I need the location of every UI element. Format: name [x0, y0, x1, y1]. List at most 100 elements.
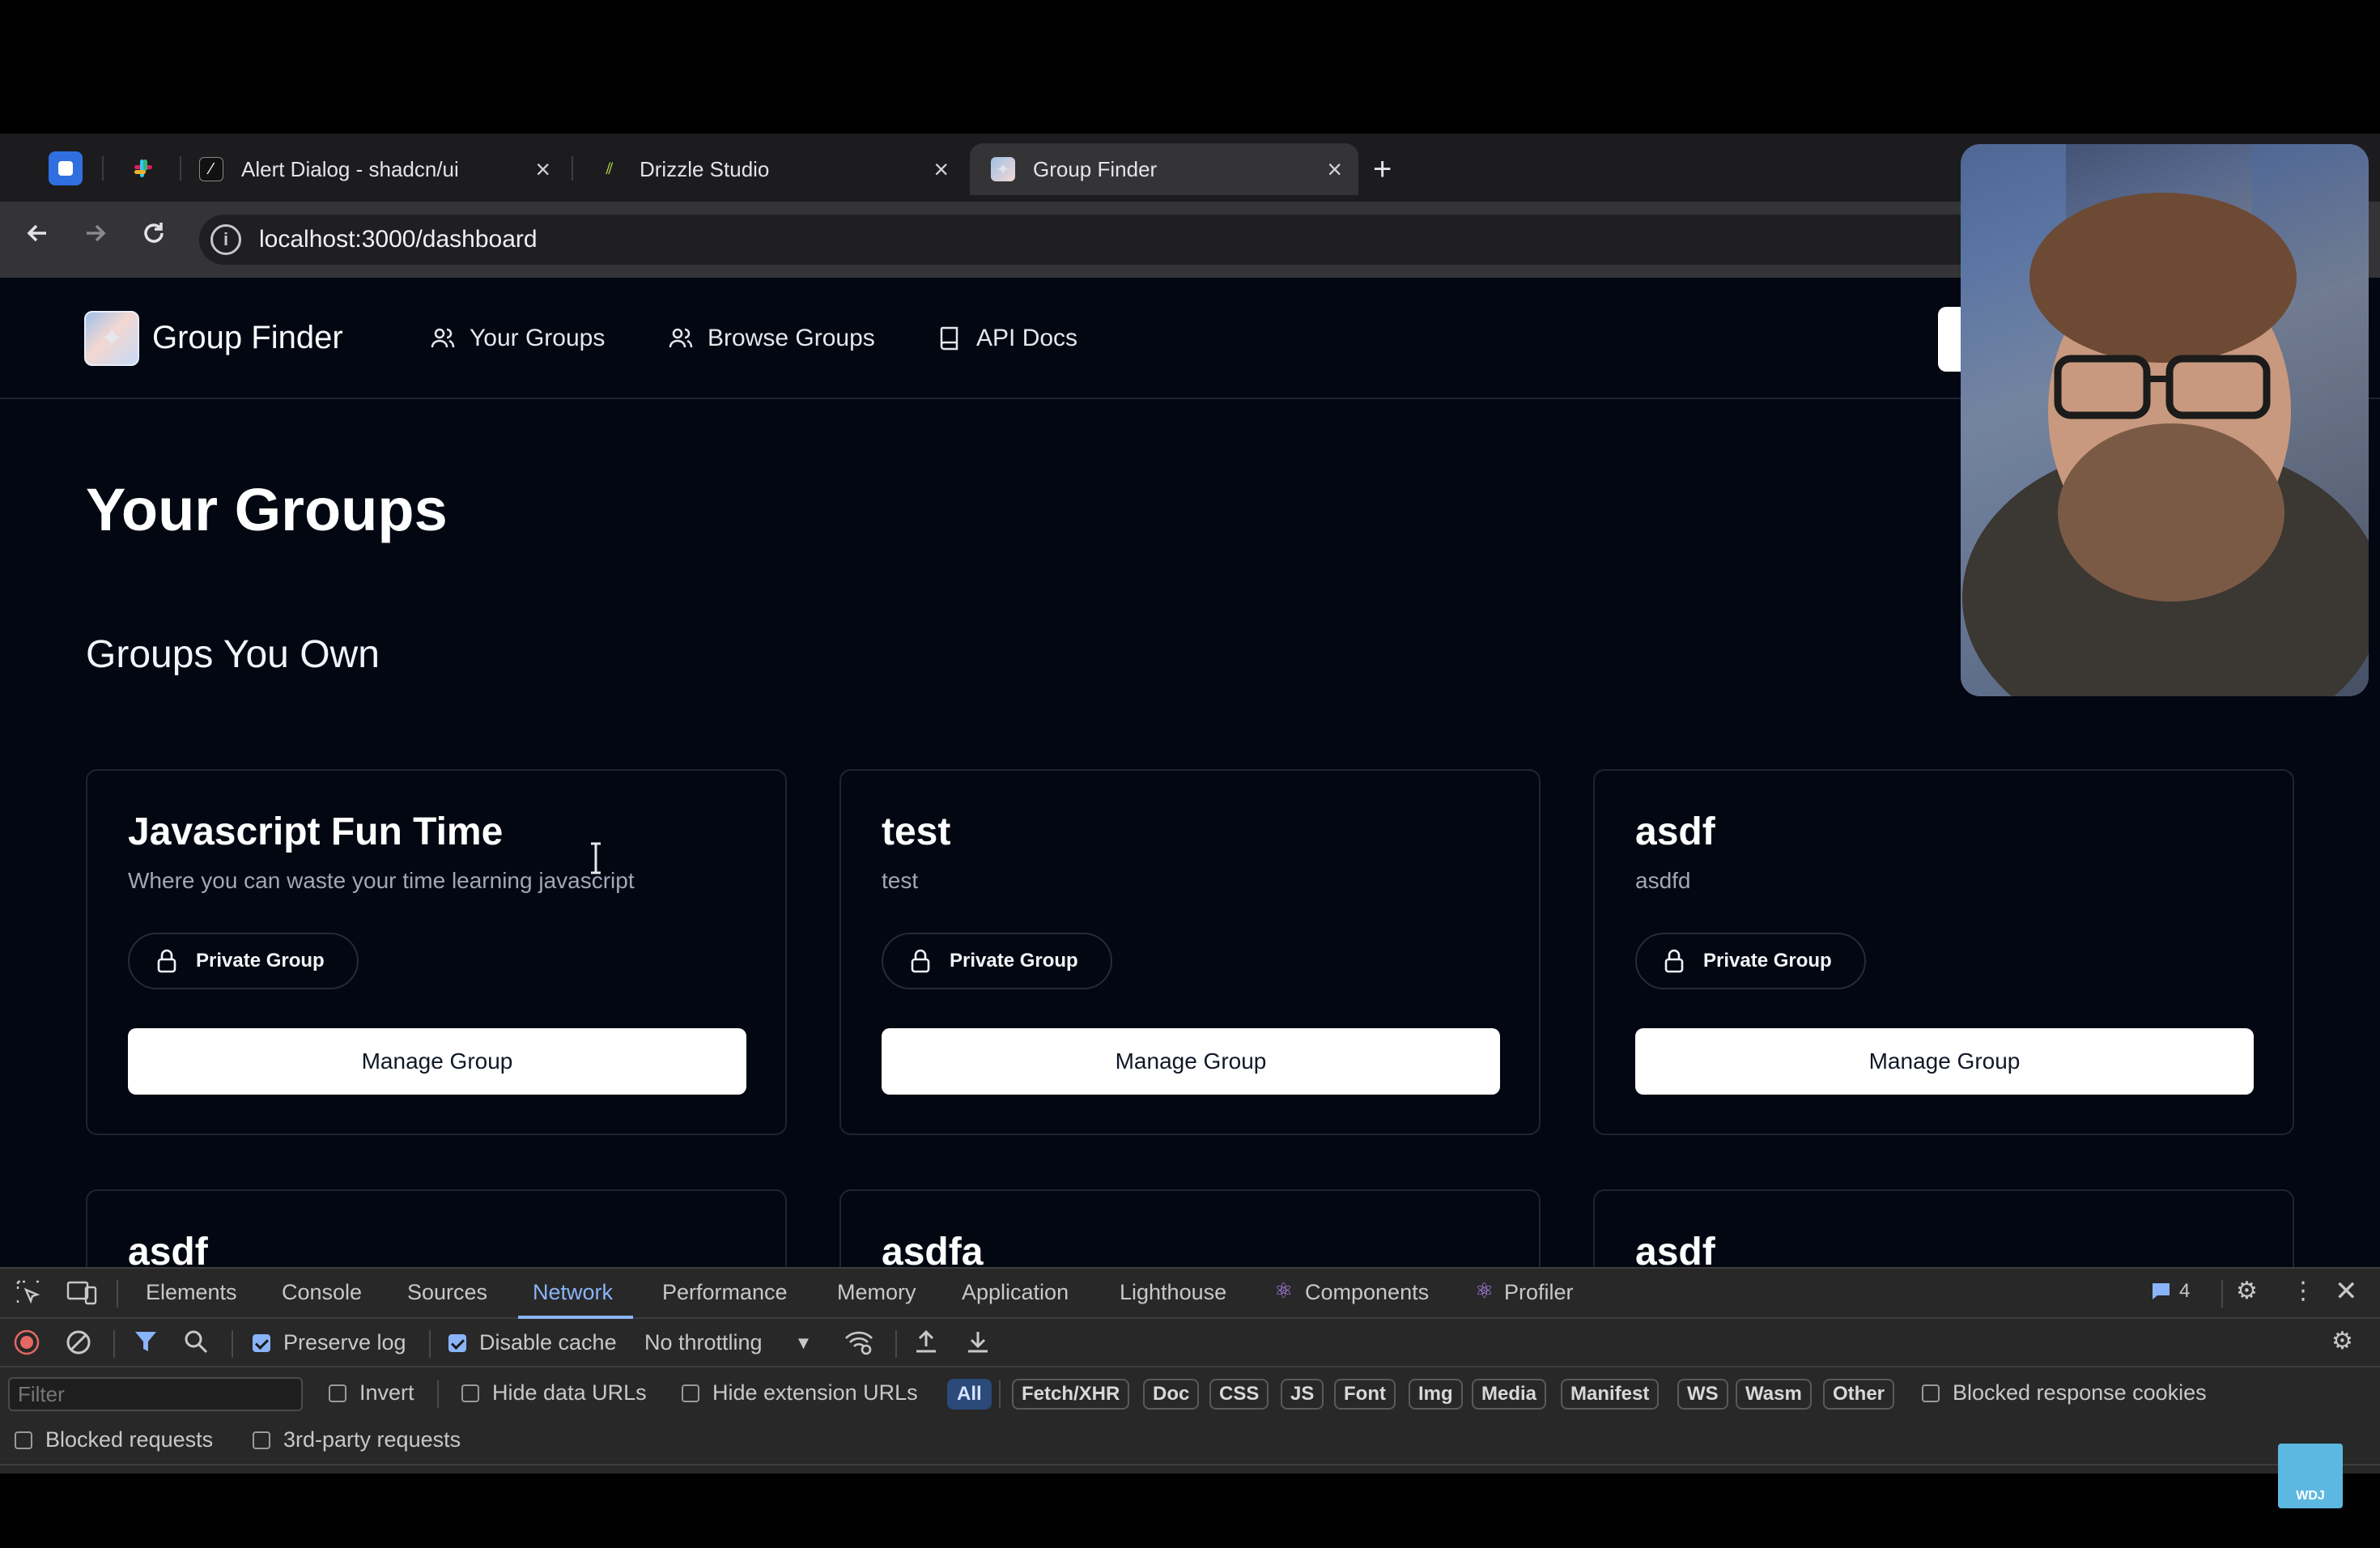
blocked-requests-checkbox[interactable]: Blocked requests: [15, 1427, 213, 1452]
back-arrow-icon[interactable]: [18, 219, 57, 254]
group-description: asdfd: [1635, 868, 1691, 893]
network-conditions-icon[interactable]: [844, 1329, 874, 1363]
type-filter-media[interactable]: Media: [1472, 1379, 1547, 1410]
devtools-tab-components[interactable]: Components: [1305, 1280, 1429, 1305]
type-filter-css[interactable]: CSS: [1209, 1379, 1269, 1410]
type-filter-font[interactable]: Font: [1334, 1379, 1396, 1410]
issues-icon[interactable]: [2150, 1282, 2171, 1307]
tab-drizzle-studio[interactable]: ⫽ Drizzle Studio ×: [576, 143, 965, 195]
filter-funnel-icon[interactable]: [133, 1329, 159, 1361]
site-info-icon[interactable]: i: [210, 224, 241, 255]
devtools-tab-sources[interactable]: Sources: [407, 1280, 487, 1305]
manage-group-button[interactable]: Manage Group: [882, 1028, 1500, 1095]
devtools-tab-performance[interactable]: Performance: [662, 1280, 788, 1305]
tab-close-icon[interactable]: ×: [933, 155, 949, 185]
channel-watermark: WDJ: [2278, 1444, 2343, 1508]
inspect-element-icon[interactable]: [15, 1278, 42, 1312]
private-group-badge: Private Group: [882, 933, 1112, 989]
devtools-tab-elements[interactable]: Elements: [146, 1280, 237, 1305]
pinned-tab-slack-icon[interactable]: [126, 151, 160, 185]
group-description: test: [882, 868, 919, 893]
network-filter-input[interactable]: [8, 1377, 303, 1411]
badge-label: Private Group: [950, 950, 1078, 972]
tab-title: Group Finder: [1033, 156, 1158, 181]
devtools-tab-console[interactable]: Console: [282, 1280, 362, 1305]
export-har-icon[interactable]: [965, 1329, 991, 1361]
new-tab-button[interactable]: +: [1373, 151, 1392, 188]
type-filter-fetch-xhr[interactable]: Fetch/XHR: [1012, 1379, 1130, 1410]
settings-gear-icon[interactable]: ⚙: [2236, 1277, 2258, 1305]
tab-close-icon[interactable]: ×: [535, 155, 550, 185]
network-settings-gear-icon[interactable]: ⚙: [2331, 1327, 2353, 1355]
checkbox-label: Hide extension URLs: [712, 1380, 918, 1405]
record-stop-icon[interactable]: [13, 1329, 40, 1363]
preserve-log-checkbox[interactable]: Preserve log: [253, 1330, 406, 1355]
webcam-overlay: [1961, 144, 2369, 696]
pinned-tab-app-icon[interactable]: [49, 151, 83, 185]
devtools-tab-profiler[interactable]: Profiler: [1504, 1280, 1574, 1305]
tab-alert-dialog[interactable]: ⁄ Alert Dialog - shadcn/ui ×: [178, 143, 567, 195]
devtools-tab-network[interactable]: Network: [533, 1280, 613, 1305]
type-filter-ws[interactable]: WS: [1677, 1379, 1728, 1410]
issues-count[interactable]: 4: [2179, 1280, 2190, 1303]
hide-extension-urls-checkbox[interactable]: Hide extension URLs: [682, 1380, 918, 1406]
devtools-tab-lighthouse[interactable]: Lighthouse: [1120, 1280, 1226, 1305]
type-filter-img[interactable]: Img: [1409, 1379, 1463, 1410]
devtools-tab-memory[interactable]: Memory: [837, 1280, 916, 1305]
lock-icon: [1664, 949, 1684, 973]
book-icon: [936, 325, 963, 352]
lock-icon: [157, 949, 176, 973]
devtools-tab-application[interactable]: Application: [962, 1280, 1069, 1305]
invert-checkbox[interactable]: Invert: [329, 1380, 414, 1406]
blocked-response-cookies-checkbox[interactable]: Blocked response cookies: [1922, 1380, 2207, 1406]
manage-group-button[interactable]: Manage Group: [128, 1028, 746, 1095]
checkbox-label: Invert: [359, 1380, 414, 1405]
disable-cache-checkbox[interactable]: Disable cache: [448, 1330, 617, 1355]
section-title: Groups You Own: [86, 633, 380, 676]
reload-icon[interactable]: [134, 219, 173, 254]
checkbox-label: Blocked requests: [45, 1427, 214, 1452]
shadcn-favicon-icon: ⁄: [199, 157, 223, 181]
forward-arrow-icon[interactable]: [76, 219, 115, 254]
checkbox-label: Disable cache: [479, 1330, 617, 1354]
nav-your-groups[interactable]: Your Groups: [429, 325, 605, 352]
more-options-icon[interactable]: ⋮: [2291, 1277, 2315, 1305]
type-filter-manifest[interactable]: Manifest: [1561, 1379, 1660, 1410]
tab-group-finder[interactable]: ✦ Group Finder ×: [970, 143, 1358, 195]
search-icon[interactable]: [183, 1329, 209, 1361]
checkbox-label: Blocked response cookies: [1953, 1380, 2207, 1405]
manage-group-button[interactable]: Manage Group: [1635, 1028, 2254, 1095]
group-card: asdf: [86, 1189, 787, 1267]
type-filter-doc[interactable]: Doc: [1143, 1379, 1200, 1410]
group-card: asdf: [1593, 1189, 2294, 1267]
react-icon: ⚛: [1475, 1278, 1494, 1303]
brand-logo[interactable]: ✦: [84, 311, 139, 366]
network-toolbar: Preserve log Disable cache No throttling…: [0, 1319, 2380, 1367]
nav-api-docs[interactable]: API Docs: [936, 325, 1077, 352]
type-filter-all[interactable]: All: [947, 1379, 992, 1410]
hide-data-urls-checkbox[interactable]: Hide data URLs: [461, 1380, 647, 1406]
type-filter-js[interactable]: JS: [1281, 1379, 1324, 1410]
third-party-requests-checkbox[interactable]: 3rd-party requests: [253, 1427, 461, 1452]
close-devtools-icon[interactable]: ✕: [2335, 1275, 2358, 1308]
url-text[interactable]: localhost:3000/dashboard: [259, 226, 538, 253]
devtools-tabbar: Elements Console Sources Network Perform…: [0, 1269, 2380, 1319]
group-card: asdf asdfd Private Group Manage Group: [1593, 769, 2294, 1135]
tab-title: Drizzle Studio: [640, 156, 770, 181]
brand-name[interactable]: Group Finder: [152, 320, 343, 356]
group-finder-favicon-icon: ✦: [991, 157, 1015, 181]
nav-label: Browse Groups: [708, 325, 875, 351]
group-name: asdfa: [882, 1231, 984, 1267]
badge-label: Private Group: [1703, 950, 1832, 972]
users-icon: [429, 325, 457, 352]
type-filter-other[interactable]: Other: [1823, 1379, 1895, 1410]
tab-close-icon[interactable]: ×: [1327, 155, 1342, 185]
type-filter-wasm[interactable]: Wasm: [1736, 1379, 1812, 1410]
devtools-panel: Elements Console Sources Network Perform…: [0, 1267, 2380, 1474]
device-toolbar-icon[interactable]: [66, 1278, 97, 1312]
throttling-select[interactable]: No throttling ▼: [644, 1330, 812, 1355]
group-name: asdf: [128, 1231, 208, 1267]
import-har-icon[interactable]: [913, 1329, 939, 1361]
clear-icon[interactable]: [65, 1329, 92, 1363]
nav-browse-groups[interactable]: Browse Groups: [667, 325, 875, 352]
